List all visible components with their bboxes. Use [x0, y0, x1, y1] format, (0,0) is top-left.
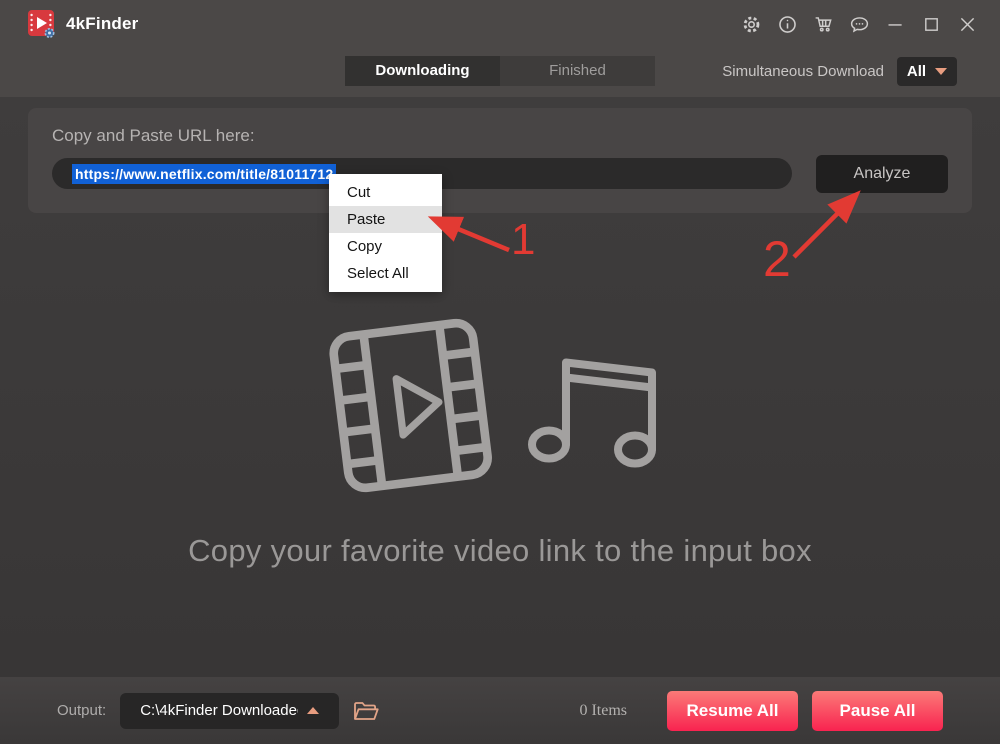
output-label: Output:: [57, 702, 106, 719]
simultaneous-download-label: Simultaneous Download: [722, 63, 884, 80]
app-logo-icon: [27, 8, 57, 40]
tab-downloading[interactable]: Downloading: [345, 56, 500, 86]
context-menu-item-copy[interactable]: Copy: [329, 233, 442, 260]
bottom-bar: Output: C:\4kFinder Downloaded 0 Items R…: [0, 677, 1000, 744]
context-menu: Cut Paste Copy Select All: [329, 174, 442, 292]
empty-state-icons: [331, 323, 669, 493]
output-path-select[interactable]: C:\4kFinder Downloaded: [120, 693, 339, 729]
annotation-step-2: 2: [763, 230, 791, 288]
context-menu-item-cut[interactable]: Cut: [329, 179, 442, 206]
resume-all-button[interactable]: Resume All: [667, 691, 798, 731]
chevron-up-icon: [307, 707, 319, 714]
feedback-chat-icon[interactable]: [849, 14, 870, 35]
minimize-button[interactable]: [885, 14, 906, 35]
close-button[interactable]: [957, 14, 978, 35]
tab-finished[interactable]: Finished: [500, 56, 655, 86]
items-count: 0 Items: [579, 702, 627, 720]
chevron-down-icon: [935, 68, 947, 75]
app-window: 4kFinder: [0, 0, 1000, 744]
film-strip-icon: [321, 314, 501, 502]
context-menu-item-paste[interactable]: Paste: [329, 206, 442, 233]
url-input-value: https://www.netflix.com/title/81011712: [72, 164, 336, 184]
open-folder-icon[interactable]: [353, 700, 379, 722]
main-content: Copy and Paste URL here: https://www.net…: [0, 97, 1000, 677]
url-label: Copy and Paste URL here:: [52, 126, 255, 146]
pause-all-button[interactable]: Pause All: [812, 691, 943, 731]
tab-row: Downloading Finished Simultaneous Downlo…: [0, 48, 1000, 97]
titlebar-icons: [741, 0, 978, 48]
titlebar: 4kFinder: [0, 0, 1000, 48]
analyze-button[interactable]: Analyze: [816, 155, 948, 193]
tabs: Downloading Finished: [345, 56, 655, 86]
store-cart-icon[interactable]: [813, 14, 834, 35]
context-menu-item-select-all[interactable]: Select All: [329, 260, 442, 287]
music-note-icon: [519, 341, 669, 474]
app-title: 4kFinder: [66, 14, 138, 34]
empty-state: Copy your favorite video link to the inp…: [0, 323, 1000, 569]
simultaneous-download-value: All: [907, 63, 926, 80]
url-panel: Copy and Paste URL here: https://www.net…: [28, 108, 972, 213]
empty-hint-text: Copy your favorite video link to the inp…: [188, 533, 812, 569]
settings-gear-icon[interactable]: [741, 14, 762, 35]
output-path-value: C:\4kFinder Downloaded: [140, 702, 298, 719]
maximize-button[interactable]: [921, 14, 942, 35]
annotation-step-1: 1: [511, 215, 535, 265]
simultaneous-download-select[interactable]: All: [897, 57, 957, 86]
simultaneous-download-group: Simultaneous Download All: [722, 56, 957, 86]
info-icon[interactable]: [777, 14, 798, 35]
